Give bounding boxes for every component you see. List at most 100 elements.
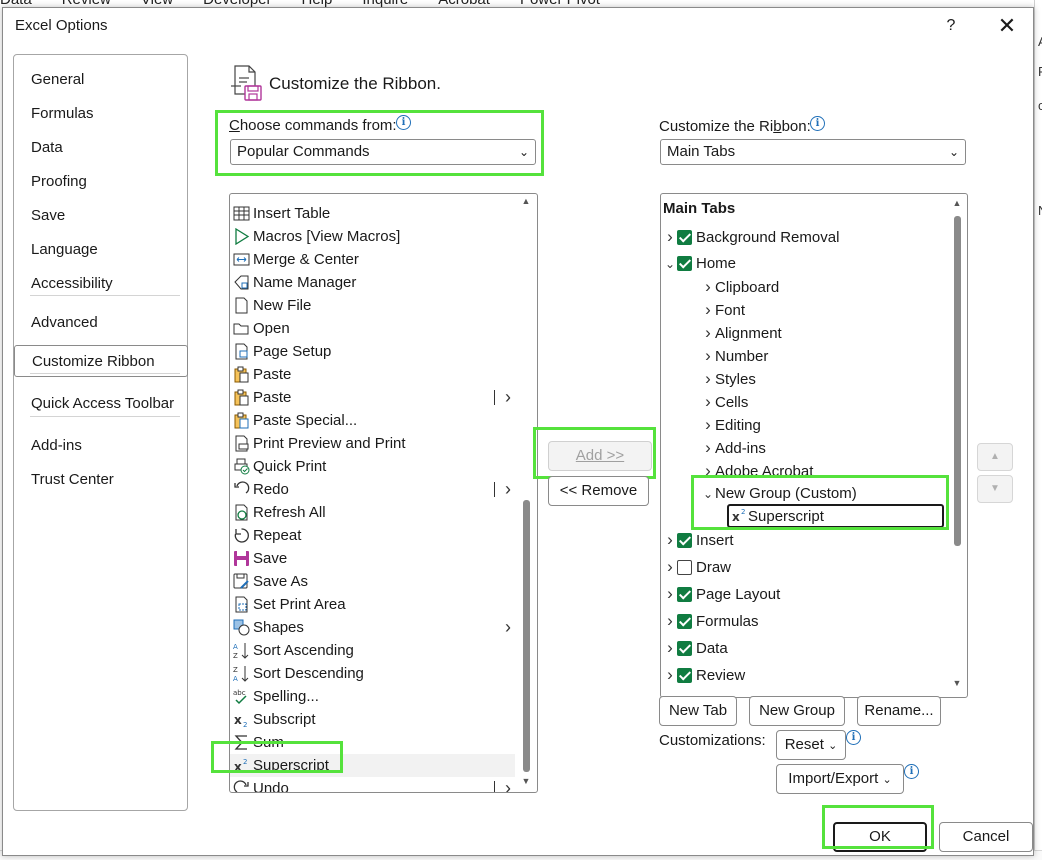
close-button[interactable]: ✕ (993, 12, 1021, 40)
help-button[interactable]: ? (939, 14, 963, 38)
chevron-right-icon[interactable]: › (663, 609, 677, 632)
chevron-right-icon[interactable]: › (701, 275, 715, 298)
cancel-button[interactable]: Cancel (939, 822, 1033, 852)
command-item[interactable]: Undo › (230, 777, 515, 792)
tree-node-home[interactable]: ⌄ Home (663, 252, 736, 275)
ok-button[interactable]: OK (833, 822, 927, 852)
scroll-down-arrow[interactable]: ▼ (520, 776, 532, 786)
info-icon[interactable]: i (846, 730, 861, 745)
commands-list[interactable]: Insert Table Macros [View Macros] Merge & … (229, 193, 538, 793)
command-item[interactable]: x 2 Superscript (230, 754, 515, 777)
command-item[interactable]: Z A Sort Descending (230, 662, 515, 685)
chevron-right-icon[interactable]: › (663, 555, 677, 578)
checkbox[interactable] (677, 532, 692, 548)
chevron-right-icon[interactable]: › (701, 459, 715, 482)
rename-button[interactable]: Rename... (857, 696, 941, 726)
command-item[interactable]: Page Setup (230, 340, 515, 363)
command-item[interactable]: A Z Sort Ascending (230, 639, 515, 662)
tree-node-styles[interactable]: › Styles (701, 367, 756, 390)
new-tab-button[interactable]: New Tab (659, 696, 737, 726)
command-item[interactable]: Insert Table (230, 202, 515, 225)
command-item[interactable]: Sum (230, 731, 515, 754)
scroll-thumb[interactable] (954, 216, 961, 546)
info-icon[interactable]: i (904, 764, 919, 779)
commands-scrollbar[interactable]: ▲ ▼ (520, 194, 532, 792)
nav-item-language[interactable]: Language (14, 234, 187, 266)
tree-node-alignment[interactable]: › Alignment (701, 321, 782, 344)
nav-item-general[interactable]: General (14, 64, 187, 96)
nav-item-add-ins[interactable]: Add-ins (14, 430, 187, 462)
remove-button[interactable]: << Remove (548, 476, 649, 506)
chevron-down-icon[interactable]: ⌄ (663, 253, 677, 276)
command-item[interactable]: Name Manager (230, 271, 515, 294)
checkbox[interactable] (677, 229, 692, 245)
tree-node-cells[interactable]: › Cells (701, 390, 748, 413)
customize-ribbon-select[interactable]: Main Tabs ⌄ (660, 139, 966, 165)
chevron-right-icon[interactable]: › (505, 386, 511, 409)
checkbox[interactable] (677, 613, 692, 629)
chevron-right-icon[interactable]: › (663, 663, 677, 686)
command-item[interactable]: Repeat (230, 524, 515, 547)
chevron-right-icon[interactable]: › (505, 478, 511, 501)
chevron-right-icon[interactable]: › (505, 616, 511, 639)
tree-node-number[interactable]: › Number (701, 344, 768, 367)
chevron-right-icon[interactable]: › (701, 413, 715, 436)
chevron-right-icon[interactable]: › (663, 582, 677, 605)
command-item[interactable]: x 2 Subscript (230, 708, 515, 731)
chevron-right-icon[interactable]: › (663, 528, 677, 551)
add-button[interactable]: Add >> (548, 441, 652, 471)
nav-item-formulas[interactable]: Formulas (14, 98, 187, 130)
choose-commands-select[interactable]: Popular Commands ⌄ (230, 139, 536, 165)
tree-node-superscript[interactable]: x 2 Superscript (727, 504, 944, 528)
command-item[interactable]: Redo › (230, 478, 515, 501)
nav-item-save[interactable]: Save (14, 200, 187, 232)
chevron-right-icon[interactable]: › (701, 367, 715, 390)
command-item[interactable]: Merge & Center (230, 248, 515, 271)
command-item[interactable]: Refresh All (230, 501, 515, 524)
tree-scrollbar[interactable]: ▲ ▼ (951, 194, 963, 697)
scroll-thumb[interactable] (523, 500, 530, 772)
reset-button[interactable]: Reset ⌄ (776, 730, 846, 760)
info-icon[interactable]: i (396, 115, 411, 130)
tree-node-data[interactable]: › Data (663, 636, 728, 659)
scroll-up-arrow[interactable]: ▲ (520, 196, 532, 206)
nav-item-trust-center[interactable]: Trust Center (14, 464, 187, 496)
chevron-right-icon[interactable]: › (701, 390, 715, 413)
chevron-right-icon[interactable]: › (663, 225, 677, 248)
command-item[interactable]: Shapes › (230, 616, 515, 639)
chevron-right-icon[interactable]: › (701, 298, 715, 321)
command-item[interactable]: Paste (230, 363, 515, 386)
command-item[interactable]: Save (230, 547, 515, 570)
nav-item-proofing[interactable]: Proofing (14, 166, 187, 198)
checkbox[interactable] (677, 667, 692, 683)
command-item[interactable]: Print Preview and Print (230, 432, 515, 455)
chevron-right-icon[interactable]: › (701, 344, 715, 367)
command-item[interactable]: Set Print Area (230, 593, 515, 616)
tree-node-clipboard[interactable]: › Clipboard (701, 275, 779, 298)
checkbox[interactable] (677, 640, 692, 656)
chevron-right-icon[interactable]: › (505, 777, 511, 792)
tree-node-insert[interactable]: › Insert (663, 528, 733, 551)
command-item[interactable]: Quick Print (230, 455, 515, 478)
command-item[interactable]: New File (230, 294, 515, 317)
move-up-button[interactable]: ▲ (977, 443, 1013, 471)
ribbon-tree[interactable]: Main Tabs › Background Removal ⌄ Home › Clipb… (660, 193, 968, 698)
move-down-button[interactable]: ▼ (977, 475, 1013, 503)
tree-node-add-ins[interactable]: › Add-ins (701, 436, 766, 459)
chevron-right-icon[interactable]: › (701, 436, 715, 459)
chevron-right-icon[interactable]: › (663, 636, 677, 659)
command-item[interactable]: Save As (230, 570, 515, 593)
command-item[interactable]: Macros [View Macros] (230, 225, 515, 248)
tree-node-editing[interactable]: › Editing (701, 413, 761, 436)
checkbox[interactable] (677, 559, 692, 575)
import-export-button[interactable]: Import/Export ⌄ (776, 764, 904, 794)
nav-item-advanced[interactable]: Advanced (14, 307, 187, 339)
chevron-down-icon[interactable]: ⌄ (701, 483, 715, 506)
nav-item-data[interactable]: Data (14, 132, 187, 164)
info-icon[interactable]: i (810, 116, 825, 131)
command-item[interactable]: Open (230, 317, 515, 340)
tree-node-draw[interactable]: › Draw (663, 555, 731, 578)
tree-node-new-group-custom[interactable]: ⌄ New Group (Custom) (701, 482, 857, 505)
tree-node-review[interactable]: › Review (663, 663, 745, 686)
new-group-button[interactable]: New Group (749, 696, 845, 726)
